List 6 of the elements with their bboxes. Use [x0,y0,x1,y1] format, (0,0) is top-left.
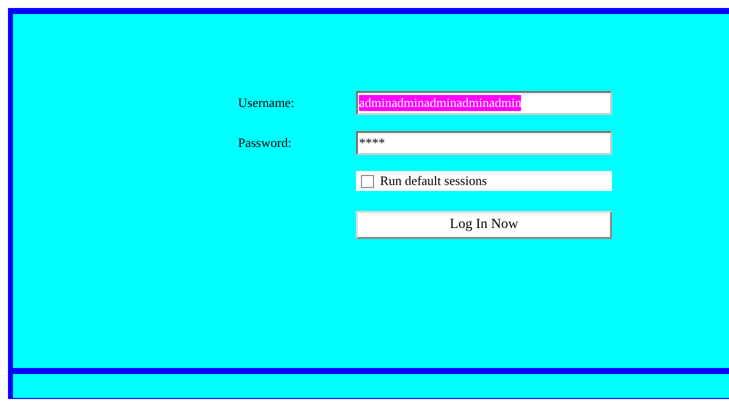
username-label: Username: [238,95,296,111]
log-in-button[interactable]: Log In Now [356,211,612,239]
password-field[interactable]: **** [356,131,612,155]
checkbox[interactable] [361,174,374,188]
password-label: Password: [238,135,292,151]
checkbox-label: Run default sessions [380,173,487,189]
